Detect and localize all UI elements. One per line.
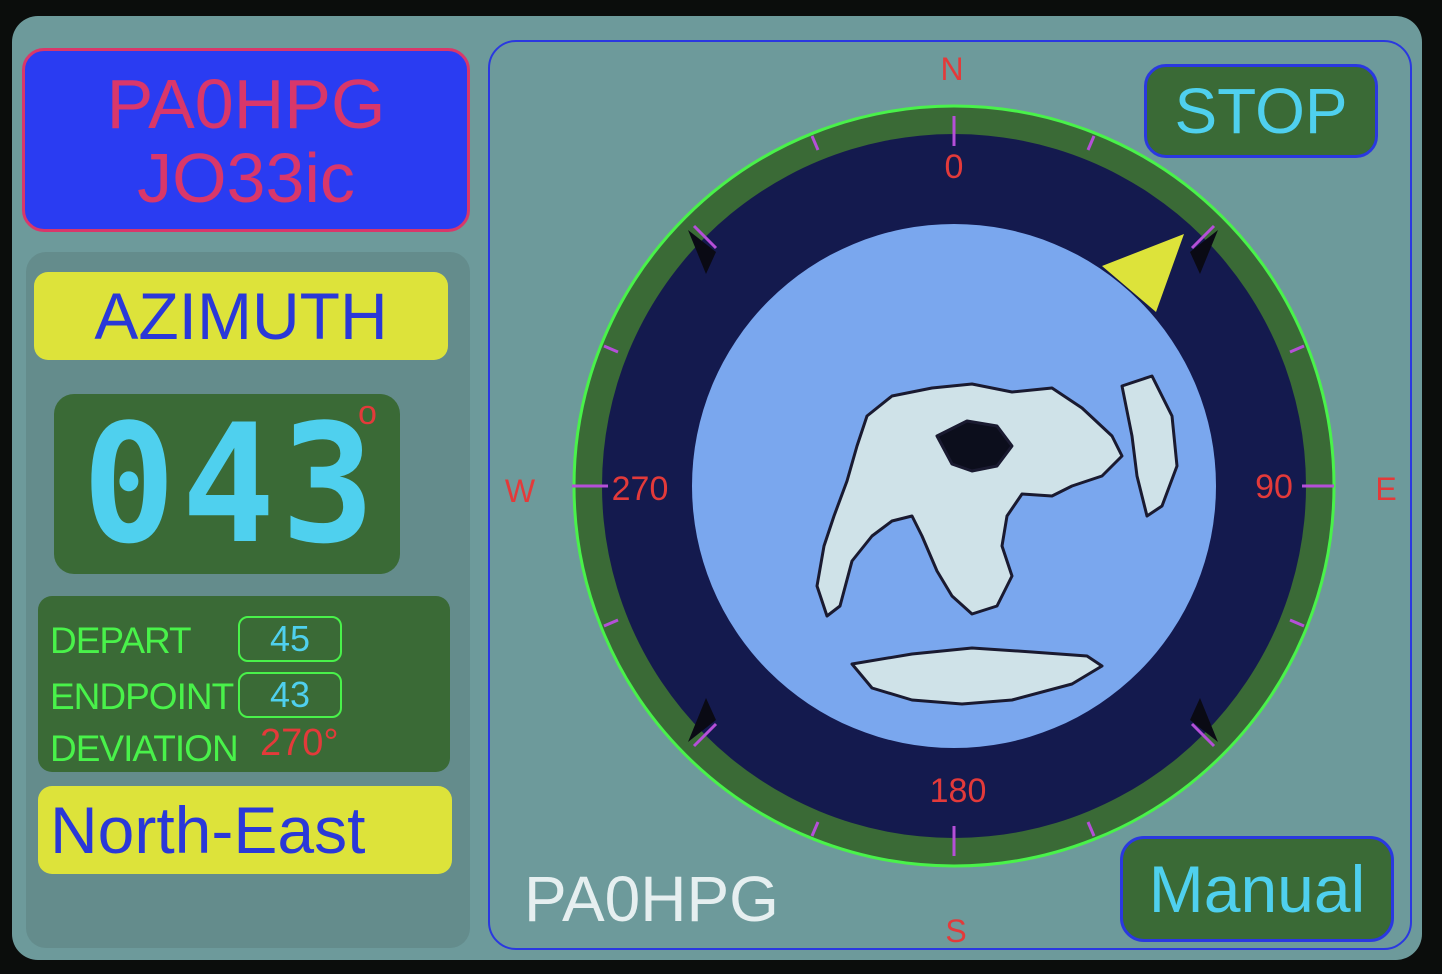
manual-button[interactable]: Manual bbox=[1120, 836, 1394, 942]
degree-label-90: 90 bbox=[1255, 468, 1293, 506]
degree-label-270: 270 bbox=[612, 470, 669, 508]
degree-label-180: 180 bbox=[930, 772, 987, 810]
degree-label-0: 0 bbox=[945, 148, 964, 186]
rotator-screen: PA0HPG JO33ic AZIMUTH 043 o DEPART 45 EN… bbox=[12, 16, 1422, 960]
cardinal-n: N bbox=[940, 51, 963, 87]
cardinal-e: E bbox=[1375, 471, 1396, 507]
stop-button[interactable]: STOP bbox=[1144, 64, 1378, 158]
cardinal-w: W bbox=[505, 473, 536, 509]
footer-callsign: PA0HPG bbox=[524, 863, 779, 935]
cardinal-s: S bbox=[945, 913, 966, 949]
